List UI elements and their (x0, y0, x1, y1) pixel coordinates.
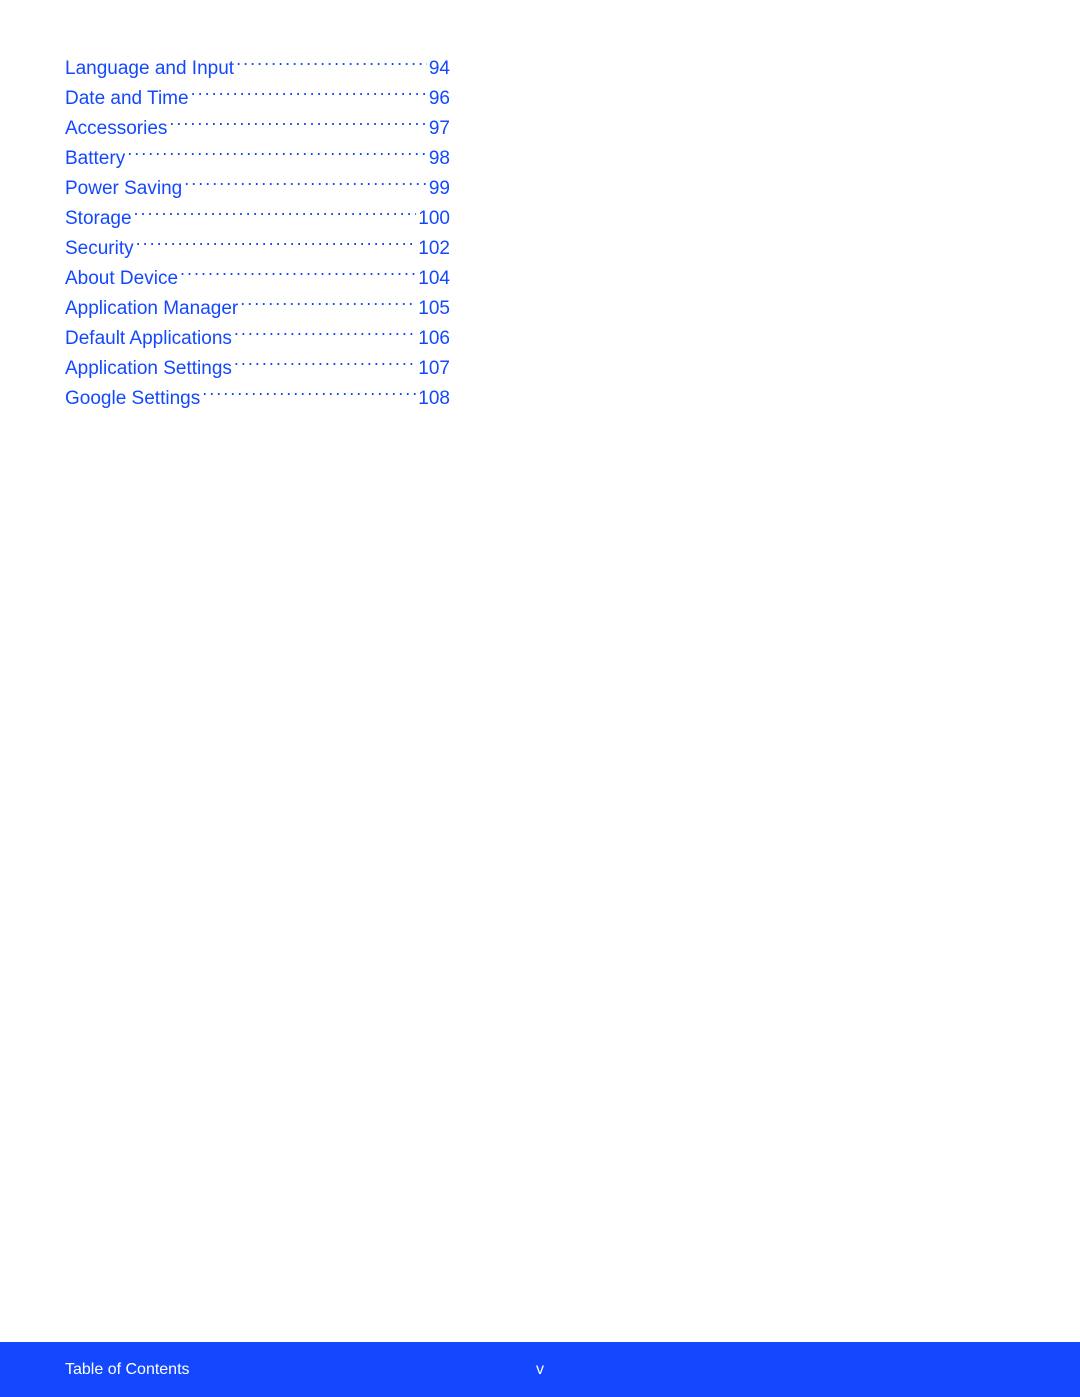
toc-entry-title: Battery (65, 144, 125, 174)
toc-leader (236, 55, 427, 74)
toc-leader (127, 145, 427, 164)
toc-entry-title: Power Saving (65, 174, 182, 204)
toc-leader (191, 85, 427, 104)
toc-entry-title: Application Settings (65, 354, 232, 384)
footer-title: Table of Contents (65, 1361, 190, 1379)
toc-entry-storage[interactable]: Storage 100 (65, 204, 450, 234)
toc-entry-page: 105 (418, 294, 450, 324)
toc-leader (202, 385, 416, 404)
toc-entry-title: Application Manager (65, 294, 238, 324)
toc-entry-page: 96 (429, 84, 450, 114)
toc-entry-page: 99 (429, 174, 450, 204)
toc-entry-application-settings[interactable]: Application Settings 107 (65, 354, 450, 384)
toc-entry-title: Language and Input (65, 54, 234, 84)
toc-entry-power-saving[interactable]: Power Saving 99 (65, 174, 450, 204)
toc-entry-page: 94 (429, 54, 450, 84)
toc-entry-title: Security (65, 234, 134, 264)
toc-entry-title: Date and Time (65, 84, 189, 114)
toc-entry-page: 108 (418, 384, 450, 414)
toc-entry-language-and-input[interactable]: Language and Input 94 (65, 54, 450, 84)
toc-entry-page: 107 (418, 354, 450, 384)
toc-leader (184, 175, 427, 194)
toc-leader (134, 205, 417, 224)
toc-entry-page: 97 (429, 114, 450, 144)
toc-leader (169, 115, 426, 134)
toc-leader (240, 295, 416, 314)
toc-leader (234, 355, 416, 374)
page-content: Language and Input 94 Date and Time 96 A… (0, 0, 1080, 1342)
toc-leader (180, 265, 416, 284)
toc-leader (136, 235, 417, 254)
footer-page-number: v (536, 1361, 544, 1379)
toc-entry-application-manager[interactable]: Application Manager 105 (65, 294, 450, 324)
toc-entry-page: 102 (418, 234, 450, 264)
toc-entry-page: 98 (429, 144, 450, 174)
toc-entry-default-applications[interactable]: Default Applications 106 (65, 324, 450, 354)
toc-list: Language and Input 94 Date and Time 96 A… (65, 54, 450, 414)
toc-entry-accessories[interactable]: Accessories 97 (65, 114, 450, 144)
toc-entry-title: About Device (65, 264, 178, 294)
toc-entry-security[interactable]: Security 102 (65, 234, 450, 264)
page-footer: Table of Contents v (0, 1342, 1080, 1397)
toc-entry-about-device[interactable]: About Device 104 (65, 264, 450, 294)
toc-entry-title: Accessories (65, 114, 167, 144)
toc-entry-google-settings[interactable]: Google Settings 108 (65, 384, 450, 414)
toc-entry-date-and-time[interactable]: Date and Time 96 (65, 84, 450, 114)
toc-entry-page: 106 (418, 324, 450, 354)
toc-entry-title: Storage (65, 204, 132, 234)
toc-leader (234, 325, 416, 344)
toc-entry-page: 104 (418, 264, 450, 294)
toc-entry-title: Default Applications (65, 324, 232, 354)
toc-entry-title: Google Settings (65, 384, 200, 414)
toc-entry-page: 100 (418, 204, 450, 234)
toc-entry-battery[interactable]: Battery 98 (65, 144, 450, 174)
